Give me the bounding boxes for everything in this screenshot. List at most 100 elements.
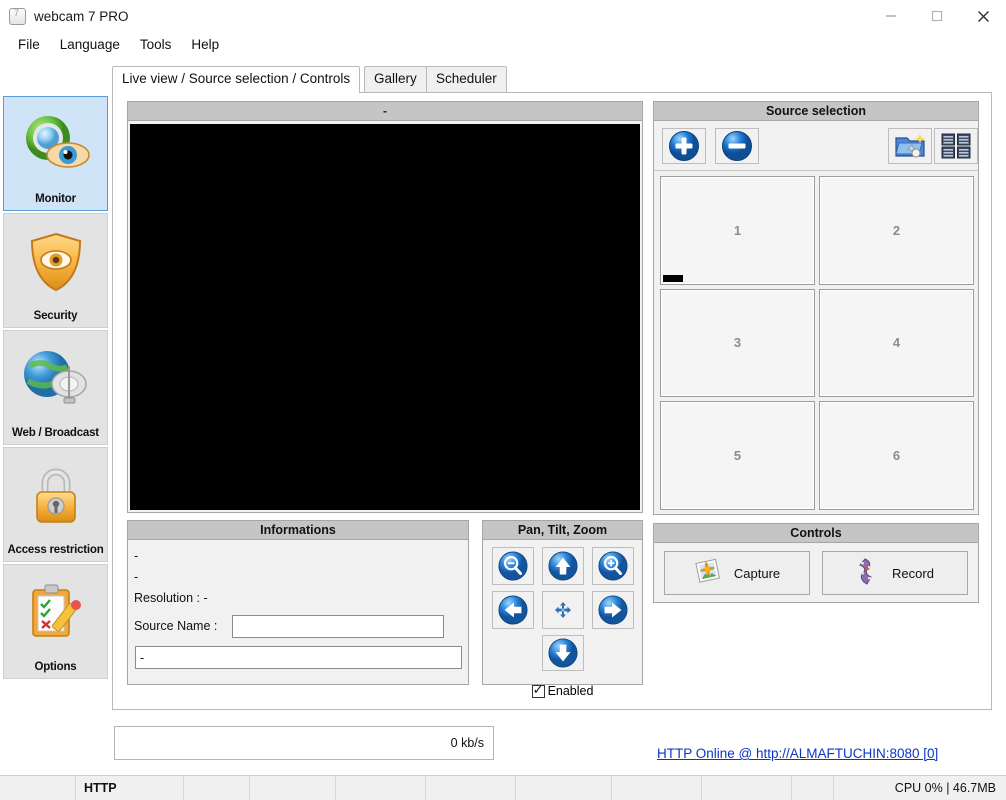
sidebar-item-monitor[interactable]: Monitor: [3, 96, 108, 211]
source-name-row: Source Name :: [134, 612, 462, 640]
menu-help[interactable]: Help: [181, 34, 229, 55]
close-button[interactable]: [960, 0, 1006, 32]
arrow-up-icon: [548, 551, 578, 581]
ptz-zoom-in-button[interactable]: [592, 547, 634, 585]
source-selection-title: Source selection: [654, 102, 978, 121]
source-cell-label: 6: [892, 448, 901, 464]
arrow-right-icon: [598, 595, 628, 625]
record-button[interactable]: Record: [822, 551, 968, 595]
grid-view-icon: [941, 133, 971, 159]
grid-view-button[interactable]: [934, 128, 978, 164]
menu-bar: File Language Tools Help: [0, 32, 1006, 57]
sidebar-item-label: Security: [33, 310, 78, 322]
info-resolution: Resolution : -: [134, 591, 208, 605]
status-cell-3: [250, 775, 336, 800]
arrow-left-icon: [498, 595, 528, 625]
source-selection-toolbar: [654, 121, 978, 171]
http-status-link[interactable]: HTTP Online @ http://ALMAFTUCHIN:8080 [0…: [657, 746, 997, 761]
maximize-button[interactable]: [914, 0, 960, 32]
menu-language[interactable]: Language: [50, 34, 130, 55]
sidebar-item-label: Options: [34, 661, 77, 673]
controls-title: Controls: [654, 524, 978, 543]
controls-row: Capture Record: [654, 543, 978, 603]
ptz-enabled-checkbox[interactable]: [531, 682, 545, 698]
tab-strip: Live view / Source selection / Controls …: [112, 66, 992, 93]
live-video-surface[interactable]: [130, 124, 640, 510]
sidebar-item-options[interactable]: Options: [3, 564, 108, 679]
title-bar: webcam 7 PRO: [0, 0, 1006, 32]
source-cell-5[interactable]: 5: [660, 401, 815, 510]
menu-tools[interactable]: Tools: [130, 34, 182, 55]
photo-icon: [694, 558, 724, 589]
status-cell-6: [516, 775, 612, 800]
ptz-down-button[interactable]: [542, 635, 584, 671]
ptz-up-button[interactable]: [542, 547, 584, 585]
sidebar-item-label: Monitor: [35, 193, 76, 205]
source-cell-label: 4: [892, 335, 901, 351]
zoom-in-icon: [598, 551, 628, 581]
menu-file[interactable]: File: [8, 34, 50, 55]
informations-title: Informations: [128, 521, 468, 540]
sidebar-item-access-restriction[interactable]: Access restriction: [3, 447, 108, 562]
ptz-title: Pan, Tilt, Zoom: [483, 521, 642, 540]
add-source-button[interactable]: [662, 128, 706, 164]
source-wizard-icon: [895, 134, 925, 158]
sidebar: Monitor Security Web / Broadcast Access …: [0, 96, 110, 679]
source-cell-6[interactable]: 6: [819, 401, 974, 510]
monitor-eye-icon: [4, 97, 107, 193]
info-line-1: -: [134, 549, 139, 563]
capture-button[interactable]: Capture: [664, 551, 810, 595]
window-buttons: [868, 0, 1006, 32]
ptz-enabled-row[interactable]: Enabled: [483, 682, 642, 698]
ptz-enabled-label: Enabled: [547, 684, 594, 698]
capture-label: Capture: [733, 565, 781, 581]
ptz-panel: Pan, Tilt, Zoom ✓ Enabled: [482, 520, 643, 698]
remove-source-button[interactable]: [715, 128, 759, 164]
status-cell-2: [184, 775, 250, 800]
app-icon: [9, 7, 26, 25]
live-view-header: -: [128, 102, 642, 121]
app-window: webcam 7 PRO File Language Tools Help: [0, 0, 1006, 800]
ptz-center-button[interactable]: [542, 591, 584, 629]
status-cell-0: [0, 775, 76, 800]
status-bar: HTTP CPU 0% | 46.7MB: [0, 775, 1006, 800]
sidebar-item-label: Access restriction: [7, 544, 104, 556]
status-field[interactable]: [135, 646, 462, 669]
center-home-icon: [555, 602, 571, 618]
status-cell-http: HTTP: [76, 775, 184, 800]
source-cell-2[interactable]: 2: [819, 176, 974, 285]
tab-live-view[interactable]: Live view / Source selection / Controls: [112, 66, 361, 93]
source-thumbnail-grid: 1 2 3 4 5 6: [660, 176, 974, 510]
status-cell-9: [792, 775, 834, 800]
tab-gallery[interactable]: Gallery: [364, 66, 427, 93]
controls-panel: Controls Capture Record: [653, 523, 979, 603]
sidebar-item-security[interactable]: Security: [3, 213, 108, 328]
ptz-left-button[interactable]: [492, 591, 534, 629]
ptz-zoom-out-button[interactable]: [492, 547, 534, 585]
source-wizard-button[interactable]: [888, 128, 932, 164]
bandwidth-field[interactable]: 0 kb/s: [114, 726, 494, 760]
sidebar-item-web-broadcast[interactable]: Web / Broadcast: [3, 330, 108, 445]
informations-panel: Informations - - Resolution : - Source N…: [127, 520, 469, 685]
globe-satellite-icon: [4, 331, 107, 427]
source-active-marker: [663, 274, 683, 282]
ptz-right-button[interactable]: [592, 591, 634, 629]
source-cell-label: 1: [733, 222, 742, 238]
live-view-panel: -: [127, 101, 643, 513]
source-cell-4[interactable]: 4: [819, 288, 974, 398]
info-line-2: -: [134, 570, 139, 584]
record-label: Record: [892, 565, 934, 581]
bandwidth-value: 0 kb/s: [450, 736, 484, 750]
shield-eye-icon: [4, 214, 107, 310]
source-selection-panel: Source selection 1 2 3 4 5 6: [653, 101, 979, 515]
minimize-button[interactable]: [868, 0, 914, 32]
source-cell-label: 3: [733, 335, 742, 351]
padlock-icon: [4, 448, 107, 544]
status-cell-7: [612, 775, 702, 800]
source-cell-3[interactable]: 3: [660, 288, 815, 398]
source-name-input[interactable]: [232, 614, 444, 638]
source-cell-1[interactable]: 1: [660, 176, 815, 285]
ptz-button-grid: [483, 540, 642, 671]
clipboard-pencil-icon: [4, 565, 107, 661]
tab-scheduler[interactable]: Scheduler: [426, 66, 507, 93]
